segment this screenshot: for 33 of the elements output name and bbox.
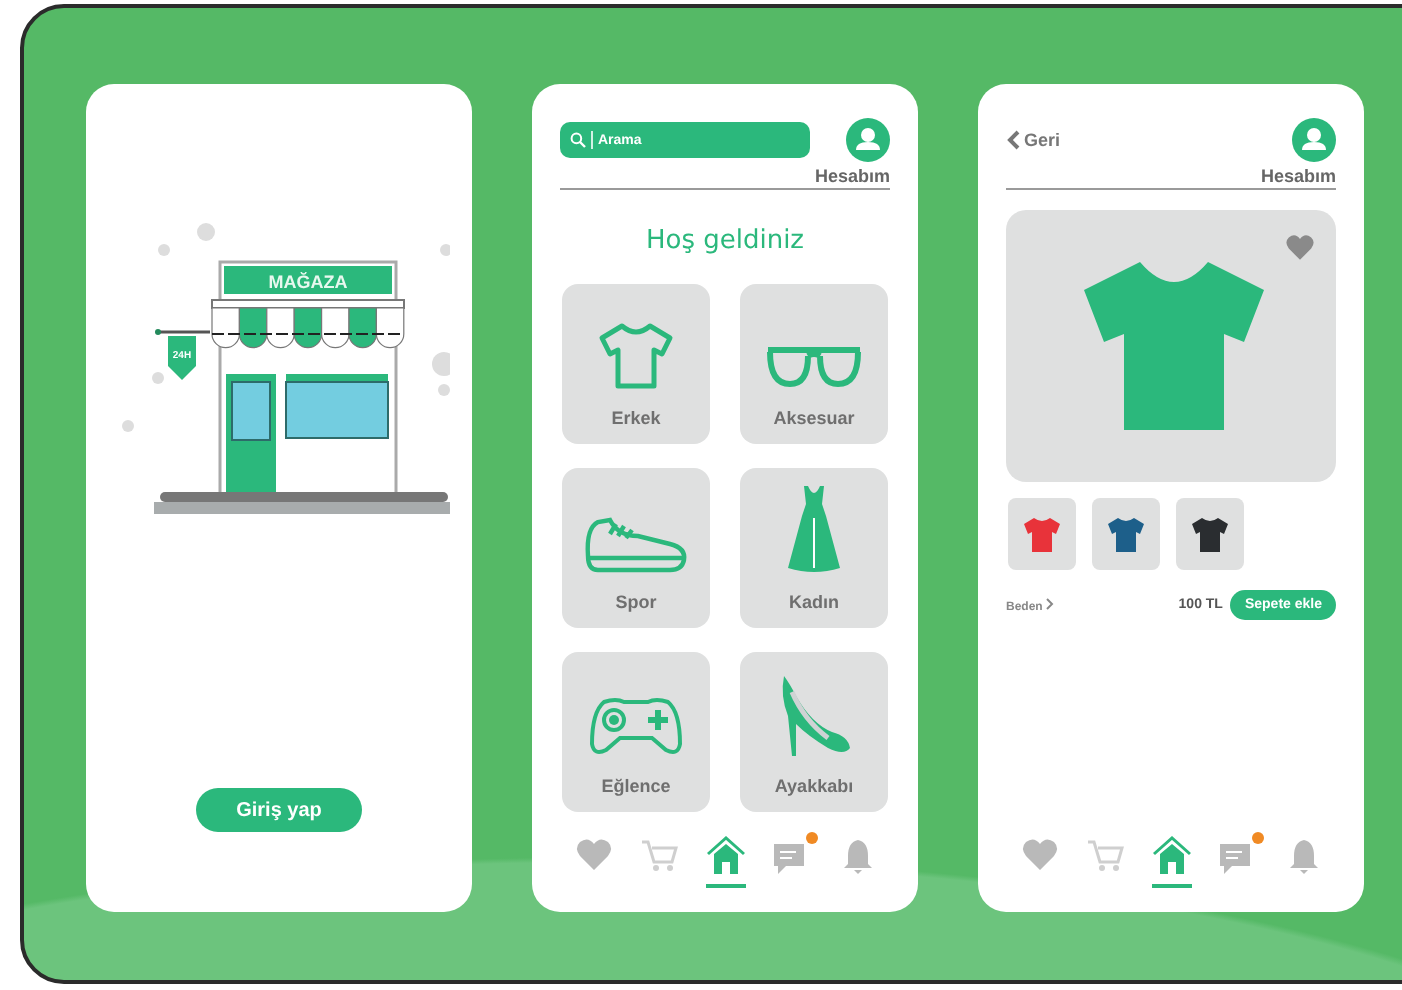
category-label: Aksesuar <box>773 408 855 428</box>
category-label: Kadın <box>788 592 839 612</box>
back-button[interactable]: Geri <box>1006 130 1061 150</box>
nav-home-button[interactable] <box>705 836 745 888</box>
nav-home-button[interactable] <box>1151 836 1191 888</box>
user-avatar-icon[interactable] <box>1292 118 1336 162</box>
user-avatar-icon[interactable] <box>846 118 890 162</box>
sneaker-icon <box>582 512 690 576</box>
category-tile[interactable]: Aksesuar <box>740 284 888 444</box>
color-variant-tile[interactable] <box>1092 498 1160 570</box>
login-button[interactable]: Giriş yap <box>196 788 362 832</box>
category-label: Ayakkabı <box>774 776 854 796</box>
heart-icon[interactable] <box>1284 232 1316 262</box>
category-label: Spor <box>615 592 657 612</box>
dress-icon <box>784 484 844 576</box>
category-tile[interactable]: Erkek <box>562 284 710 444</box>
category-tile[interactable]: Ayakkabı <box>740 652 888 812</box>
category-tile[interactable]: Spor <box>562 468 710 628</box>
color-variant-tile[interactable] <box>1008 498 1076 570</box>
category-label: Erkek <box>611 408 661 428</box>
chevron-left-icon <box>1006 130 1020 150</box>
category-tile[interactable]: Kadın <box>740 468 888 628</box>
account-label[interactable]: Hesabım <box>814 166 890 186</box>
greeting-text: Hoş geldiniz <box>643 226 807 256</box>
glasses-icon <box>764 344 864 392</box>
chevron-right-icon <box>1046 597 1055 609</box>
category-label: Eğlence <box>601 776 671 796</box>
tshirt-icon <box>596 320 676 392</box>
category-tile[interactable]: Eğlence <box>562 652 710 812</box>
search-icon <box>570 130 594 150</box>
color-variant-tile[interactable] <box>1176 498 1244 570</box>
gamepad-icon <box>588 692 684 760</box>
account-label[interactable]: Hesabım <box>1260 166 1336 186</box>
